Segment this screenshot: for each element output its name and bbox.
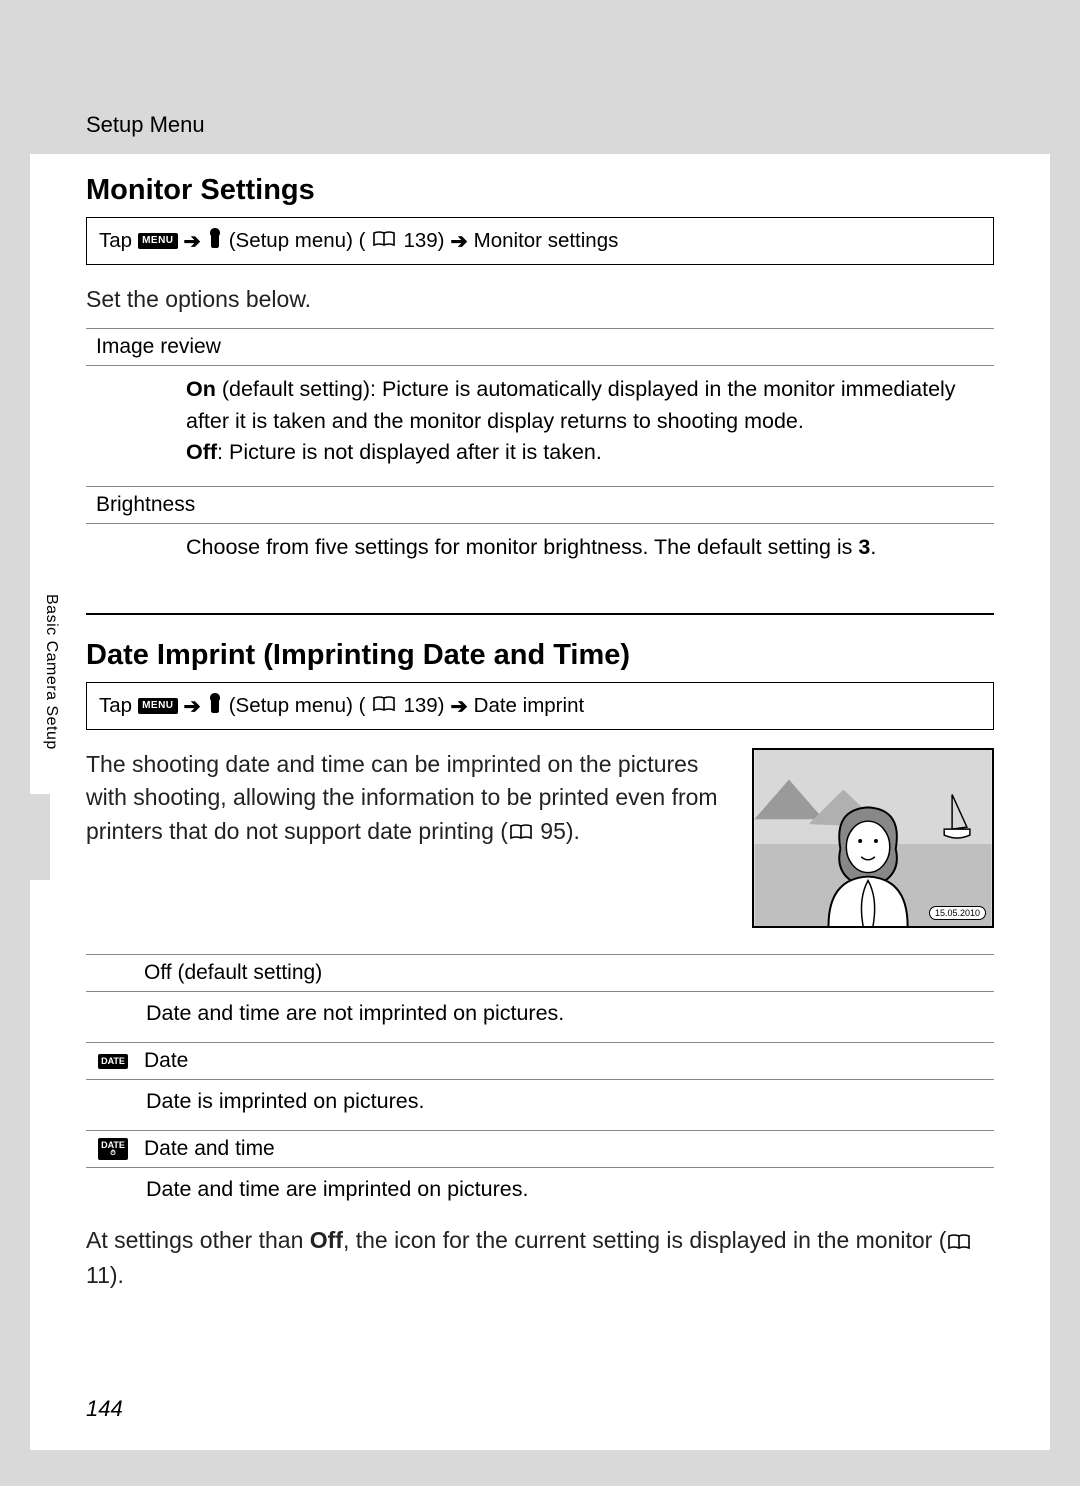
option-header-brightness: Brightness <box>86 486 994 524</box>
arrow-icon: ➔ <box>450 229 467 254</box>
option-name: Brightness <box>96 493 195 517</box>
breadcrumb: Setup Menu <box>86 112 205 138</box>
nav-path-monitor: Tap MENU ➔ (Setup menu) ( 139) ➔ Monitor… <box>86 217 994 265</box>
path-prefix: Tap <box>99 694 132 718</box>
date-lead-ref: 95). <box>534 818 580 844</box>
datetime-icon: DATE⏱ <box>98 1138 128 1160</box>
path-target: Date imprint <box>474 694 585 718</box>
date-lead: The shooting date and time can be imprin… <box>86 748 730 849</box>
option-name: Date <box>144 1049 188 1073</box>
side-label: Basic Camera Setup <box>30 590 72 754</box>
arrow-icon: ➔ <box>184 694 201 719</box>
opt-on: On <box>186 377 216 401</box>
arrow-icon: ➔ <box>184 229 201 254</box>
opt-off-text: : Picture is not displayed after it is t… <box>217 440 602 464</box>
path-target: Monitor settings <box>474 229 619 253</box>
section-divider <box>86 613 994 615</box>
page-number: 144 <box>86 1396 123 1422</box>
option-header-date: DATE Date <box>86 1042 994 1080</box>
book-icon <box>373 229 395 253</box>
sample-illustration: 15.05.2010 <box>752 748 994 928</box>
brightness-tail: . <box>870 535 876 559</box>
option-body-image-review: On (default setting): Picture is automat… <box>86 366 994 482</box>
option-header-image-review: Image review <box>86 328 994 366</box>
option-body-date: Date is imprinted on pictures. <box>86 1080 994 1126</box>
option-name: Off (default setting) <box>144 961 322 985</box>
date-lead-pre: The shooting date and time can be imprin… <box>86 751 718 844</box>
path-ref: 139) <box>403 229 444 253</box>
tab-marker <box>30 794 50 880</box>
path-ref: 139) <box>403 694 444 718</box>
book-icon <box>948 1226 970 1259</box>
footer-strong: Off <box>310 1227 343 1253</box>
footer-ref: 11). <box>86 1262 124 1288</box>
brightness-text: Choose from five settings for monitor br… <box>186 535 858 559</box>
wrench-icon <box>207 228 223 254</box>
option-name: Date and time <box>144 1137 275 1161</box>
option-header-off: Off (default setting) <box>86 954 994 992</box>
path-setup: (Setup menu) ( <box>229 229 366 253</box>
option-body-brightness: Choose from five settings for monitor br… <box>86 524 994 577</box>
section-title-monitor: Monitor Settings <box>86 174 994 207</box>
menu-icon: MENU <box>138 698 177 714</box>
opt-on-text: (default setting): Picture is automatica… <box>186 377 956 432</box>
imprint-date-sample: 15.05.2010 <box>929 906 986 920</box>
book-icon <box>510 816 532 849</box>
option-body-off: Date and time are not imprinted on pictu… <box>86 992 994 1038</box>
section-title-date-imprint: Date Imprint (Imprinting Date and Time) <box>86 639 994 672</box>
path-prefix: Tap <box>99 229 132 253</box>
arrow-icon: ➔ <box>450 694 467 719</box>
option-name: Image review <box>96 335 221 359</box>
side-tab: Basic Camera Setup <box>30 590 72 754</box>
footer-mid: , the icon for the current setting is di… <box>343 1227 946 1253</box>
path-setup: (Setup menu) ( <box>229 694 366 718</box>
book-icon <box>373 694 395 718</box>
date-icon: DATE <box>98 1054 128 1069</box>
brightness-default: 3 <box>858 535 870 559</box>
opt-off: Off <box>186 440 217 464</box>
section-lead: Set the options below. <box>86 283 994 316</box>
option-body-datetime: Date and time are imprinted on pictures. <box>86 1168 994 1214</box>
menu-icon: MENU <box>138 233 177 249</box>
wrench-icon <box>207 693 223 719</box>
footer-pre: At settings other than <box>86 1227 310 1253</box>
nav-path-date: Tap MENU ➔ (Setup menu) ( 139) ➔ Date im… <box>86 682 994 730</box>
option-header-datetime: DATE⏱ Date and time <box>86 1130 994 1168</box>
section-footer: At settings other than Off, the icon for… <box>86 1224 994 1292</box>
